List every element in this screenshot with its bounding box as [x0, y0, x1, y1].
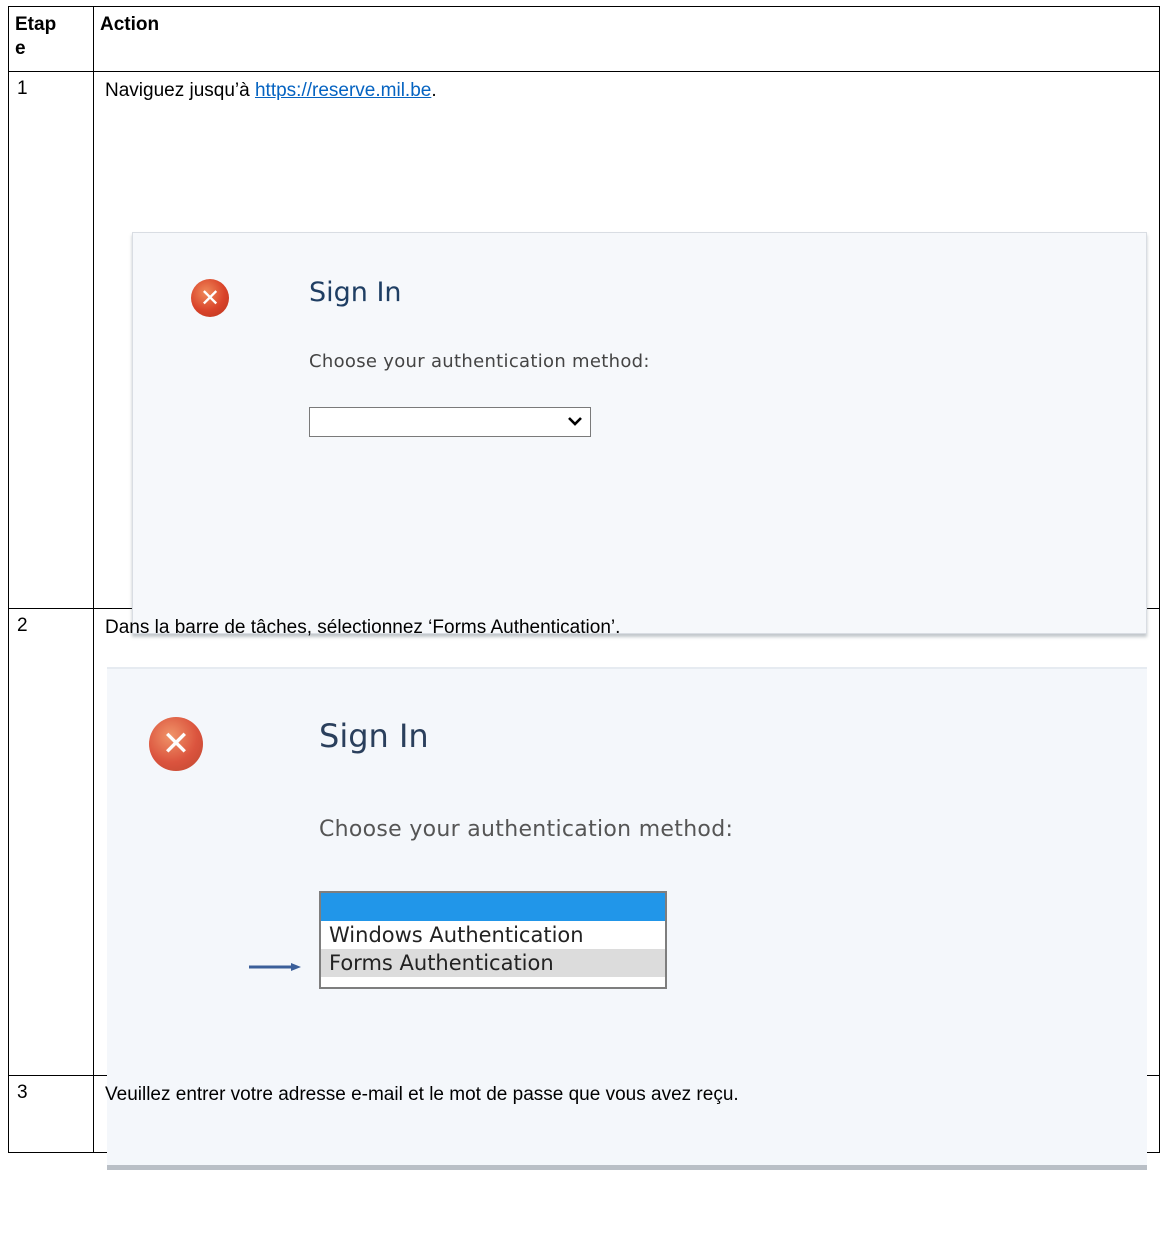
header-action: Action — [93, 6, 1160, 72]
step-number: 1 — [8, 71, 94, 609]
table-row: 2 Dans la barre de tâches, sélectionnez … — [8, 608, 1160, 1170]
step-3-text: Veuillez entrer votre adresse e-mail et … — [105, 1084, 739, 1105]
step-action: Veuillez entrer votre adresse e-mail et … — [93, 1075, 1160, 1153]
error-x-icon: ✕ — [191, 279, 229, 317]
steps-table-wrapper: Etap e Action 1 Naviguez jusqu’à https:/… — [8, 6, 1160, 1170]
step-number: 3 — [8, 1075, 94, 1153]
table-header-row: Etap e Action — [8, 6, 1160, 72]
error-x-icon: ✕ — [149, 717, 203, 771]
reserve-link[interactable]: https://reserve.mil.be — [255, 80, 431, 101]
option-forms-authentication[interactable]: Forms Authentication — [321, 949, 665, 977]
screenshot-top-border — [107, 667, 1147, 669]
auth-method-listbox[interactable]: Windows Authentication Forms Authenticat… — [319, 891, 667, 989]
auth-method-prompt: Choose your authentication method: — [319, 817, 734, 842]
option-windows-authentication[interactable]: Windows Authentication — [321, 921, 665, 949]
header-step-line2: e — [15, 38, 26, 59]
step-number: 2 — [8, 608, 94, 1076]
sign-in-title: Sign In — [309, 277, 402, 308]
step-action: Dans la barre de tâches, sélectionnez ‘F… — [93, 608, 1160, 1170]
header-action-label: Action — [100, 14, 160, 35]
step-action: Naviguez jusqu’à https://reserve.mil.be.… — [93, 71, 1160, 634]
steps-table: Etap e Action 1 Naviguez jusqu’à https:/… — [8, 6, 1160, 1170]
listbox-selected-empty-option[interactable] — [321, 893, 665, 921]
step-1-text-after: . — [431, 80, 437, 101]
table-row: 1 Naviguez jusqu’à https://reserve.mil.b… — [8, 71, 1160, 634]
header-step: Etap e — [8, 6, 94, 72]
pointer-arrow-icon — [249, 963, 301, 971]
chevron-down-icon — [566, 410, 584, 437]
sign-in-screenshot-1: ✕ Sign In Choose your authentication met… — [132, 232, 1147, 634]
step-2-text: Dans la barre de tâches, sélectionnez ‘F… — [105, 617, 621, 638]
step-1-text-before: Naviguez jusqu’à — [105, 80, 255, 101]
step-1-text: Naviguez jusqu’à https://reserve.mil.be. — [105, 78, 1159, 104]
auth-method-select[interactable] — [309, 407, 591, 437]
auth-method-prompt: Choose your authentication method: — [309, 351, 650, 372]
sign-in-title: Sign In — [319, 717, 429, 755]
header-step-line1: Etap — [15, 14, 57, 35]
table-row: 3 Veuillez entrer votre adresse e-mail e… — [8, 1075, 1160, 1153]
